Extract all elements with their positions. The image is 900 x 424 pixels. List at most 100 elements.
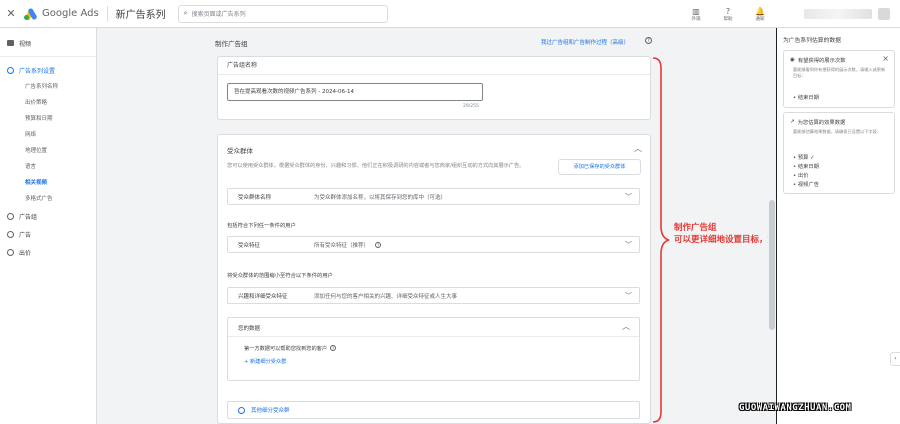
- char-counter: 29/255: [463, 104, 479, 109]
- left-nav: 视频 广告系列设置 广告系列名称 出价策略 预算和日期 网络 地理位置 语言 相…: [0, 28, 97, 424]
- appearance-icon: ▥: [692, 6, 700, 16]
- nav-sub-related-videos[interactable]: 相关视频: [0, 175, 96, 191]
- list-item-text: 预算 ✓: [797, 155, 815, 161]
- section-title: 您的数据: [238, 326, 261, 332]
- notifications-label: 通知: [755, 16, 765, 22]
- panel-title: 为广告系列估算的数据: [783, 38, 841, 44]
- card-desc: 要能够估算效果数据，请确保已设置以下字段：: [793, 129, 881, 134]
- field-label: 受众群体名称: [238, 194, 272, 201]
- close-icon[interactable]: ✕: [0, 7, 22, 20]
- impressions-card: ◉ 有望获得的展示次数 × 要能够看到你有望获得的展示次数，请输入或更新目标： …: [783, 50, 895, 108]
- chevron-down-icon: ﹀: [625, 292, 632, 300]
- nav-item-label: 广告: [19, 231, 32, 239]
- chevron-down-icon: ﹀: [625, 241, 632, 249]
- field-value-text: 所有受众特征（推荐）: [314, 242, 370, 249]
- account-info[interactable]: [804, 9, 872, 19]
- avatar[interactable]: [878, 8, 890, 20]
- divider: [106, 5, 108, 22]
- google-ads-logo: Google Ads: [24, 7, 99, 21]
- help-label: 帮助: [723, 16, 733, 22]
- divider: [228, 336, 639, 337]
- your-data-section: 您的数据 ︿ 第一方数据可以帮助您找到您的客户? + 新建细分受众群: [227, 317, 640, 381]
- list-item: • 预算 ✓: [793, 155, 815, 161]
- feedback-tab[interactable]: ‹: [890, 352, 900, 366]
- list-item-text: 结束日期: [797, 164, 820, 170]
- nav-item-ad-group[interactable]: 广告组: [0, 207, 96, 225]
- page-title: 新广告系列: [115, 10, 166, 21]
- nav-sub-campaign-name[interactable]: 广告系列名称: [0, 79, 96, 95]
- audience-name-field[interactable]: 受众群体名称 为受众群体添加名称，以将其保存到您的库中（可选） ﹀: [227, 188, 640, 205]
- add-saved-audience-button[interactable]: 添加已保存的受众群体: [558, 159, 641, 175]
- watermark: GUOWAIWANGZHUAN.COM: [739, 403, 852, 413]
- nav-sub-budget[interactable]: 预算和日期: [0, 111, 96, 127]
- nav-sub-bidding[interactable]: 出价策略: [0, 95, 96, 111]
- step-circle-icon: [7, 212, 14, 220]
- card-header: 广告组名称: [218, 57, 650, 75]
- gear-icon: [238, 406, 245, 414]
- field-label: 兴趣和详细受众特征: [238, 293, 288, 300]
- help-icon: ?: [725, 6, 731, 16]
- video-icon: [7, 40, 14, 46]
- step-circle-icon: [7, 230, 14, 238]
- nav-item-label: 广告系列设置: [19, 67, 56, 75]
- list-item: • 结束日期: [793, 95, 820, 101]
- section-label: 将受众群体的范围缩小至符合以下条件的用户: [227, 273, 333, 279]
- other-segments-label: 其他细分受众群: [251, 408, 290, 414]
- other-segments-button[interactable]: 其他细分受众群: [227, 401, 640, 419]
- card-desc: 要能够看到你有望获得的展示次数，请输入或更新目标：: [793, 67, 886, 78]
- chevron-up-icon[interactable]: ︿: [622, 321, 630, 332]
- nav-sub-language[interactable]: 语言: [0, 159, 96, 175]
- field-value: 为受众群体添加名称，以将其保存到您的库中（可选）: [314, 194, 447, 201]
- help-icon[interactable]: ?: [645, 37, 652, 44]
- appearance-label: 外观: [691, 16, 701, 22]
- help-icon[interactable]: ?: [330, 345, 337, 351]
- step-circle-icon: [7, 248, 14, 256]
- field-value: 所有受众特征（推荐）?: [314, 241, 382, 249]
- interests-field[interactable]: 兴趣和详细受众特征 添加任何与您的客户相关的兴趣、详细受众特征或人生大事 ﹀: [227, 287, 640, 304]
- help-button[interactable]: ? 帮助: [712, 7, 744, 22]
- google-ads-logo-icon: [24, 7, 38, 21]
- list-item-text: 结束日期: [797, 95, 820, 101]
- audience-description: 您可以使用受众群体，根据受众群体的身份、兴趣和习惯、他们正在积极调研的内容或者与…: [227, 163, 525, 169]
- appearance-button[interactable]: ▥ 外观: [680, 7, 712, 22]
- close-icon[interactable]: ×: [882, 54, 889, 63]
- desc-text: 第一方数据可以帮助您找到您的客户: [244, 346, 328, 352]
- notifications-icon: 🔔: [755, 6, 765, 16]
- section-label: 包括符合下列任一条件的用户: [227, 223, 296, 229]
- ad-group-name-input[interactable]: 旨在提高观看次数的视频广告系列 - 2024-06-14: [227, 83, 483, 101]
- search-icon: ⌕: [183, 9, 188, 17]
- card-title-text: 为您估算的效果数据: [797, 120, 846, 126]
- list-item-text: 视频广告: [797, 182, 820, 188]
- help-icon[interactable]: ?: [375, 241, 382, 248]
- nav-sub-multiformat[interactable]: 多格式广告: [0, 191, 96, 207]
- field-value: 添加任何与您的客户相关的兴趣、详细受众特征或人生大事: [314, 293, 458, 300]
- search-input[interactable]: ⌕ 搜索页面或广告系列: [177, 4, 388, 23]
- performance-card: ↗ 为您估算的效果数据 要能够估算效果数据，请确保已设置以下字段： • 预算 ✓…: [783, 112, 895, 194]
- card-header: 受众群体: [227, 147, 253, 155]
- demographics-field[interactable]: 受众特征 所有受众特征（推荐）? ﹀: [227, 236, 640, 253]
- top-actions: ▥ 外观 ? 帮助 🔔 通知: [680, 0, 900, 28]
- list-item: • 出价: [793, 173, 809, 179]
- chevron-up-icon[interactable]: ︿: [634, 143, 642, 154]
- eye-icon: ◉: [790, 57, 795, 63]
- nav-sub-network[interactable]: 网络: [0, 127, 96, 143]
- audience-card: 受众群体 ︿ 您可以使用受众群体，根据受众群体的身份、兴趣和习惯、他们正在积极调…: [217, 134, 651, 424]
- card-title: ↗ 为您估算的效果数据: [790, 118, 845, 126]
- notifications-button[interactable]: 🔔 通知: [744, 7, 776, 22]
- top-bar: ✕ Google Ads 新广告系列 ⌕ 搜索页面或广告系列 ▥ 外观 ? 帮助…: [0, 0, 900, 28]
- nav-item-video[interactable]: 视频: [0, 34, 96, 52]
- new-segment-link[interactable]: + 新建细分受众群: [244, 358, 286, 365]
- skip-link[interactable]: 我过广告组和广告制作过程（高级）: [541, 38, 629, 46]
- nav-item-campaign-settings[interactable]: 广告系列设置: [0, 61, 96, 79]
- nav-item-bid[interactable]: 出价: [0, 243, 96, 261]
- card-title-text: 有望获得的展示次数: [797, 58, 846, 64]
- nav-item-label: 广告组: [19, 213, 38, 221]
- nav-sub-location[interactable]: 地理位置: [0, 143, 96, 159]
- list-item: • 结束日期: [793, 164, 820, 170]
- list-item: • 视频广告: [793, 182, 820, 188]
- scrollbar-thumb[interactable]: [769, 200, 775, 330]
- field-label: 受众特征: [238, 242, 261, 249]
- nav-item-ads[interactable]: 广告: [0, 225, 96, 243]
- your-data-desc: 第一方数据可以帮助您找到您的客户?: [244, 345, 337, 352]
- right-panel: 为广告系列估算的数据 ◉ 有望获得的展示次数 × 要能够看到你有望获得的展示次数…: [777, 28, 900, 424]
